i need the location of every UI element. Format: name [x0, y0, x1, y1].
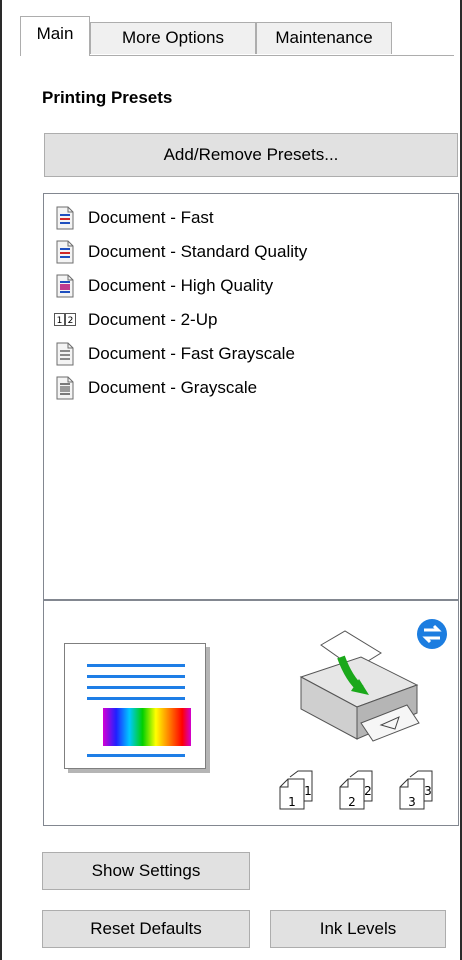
tab-main[interactable]: Main: [20, 16, 90, 56]
document-gray-icon: [54, 342, 76, 366]
preset-item-document-fast[interactable]: Document - Fast: [54, 204, 214, 232]
preset-item-document-high-quality[interactable]: Document - High Quality: [54, 272, 273, 300]
preset-item-document-2-up[interactable]: 1 2 Document - 2-Up: [54, 306, 217, 334]
document-color-icon: [54, 240, 76, 264]
preset-label: Document - Fast: [88, 208, 214, 227]
paper-preview-icon: [64, 643, 206, 769]
tab-bar: Main More Options Maintenance: [20, 16, 456, 60]
preset-item-document-grayscale[interactable]: Document - Grayscale: [54, 374, 257, 402]
section-title-printing-presets: Printing Presets: [42, 88, 173, 107]
svg-text:1: 1: [57, 316, 63, 326]
preset-item-document-fast-grayscale[interactable]: Document - Fast Grayscale: [54, 340, 295, 368]
svg-text:2: 2: [68, 316, 74, 326]
preset-label: Document - High Quality: [88, 276, 274, 295]
copy-number: 1: [288, 795, 296, 809]
copy-number: 1: [304, 784, 312, 798]
print-preview-panel: 1 1 2 2 3 3: [43, 600, 459, 826]
preset-label: Document - Standard Quality: [88, 242, 308, 261]
show-settings-button[interactable]: Show Settings: [42, 852, 250, 890]
copy-number: 2: [348, 795, 356, 809]
copy-number: 2: [364, 784, 372, 798]
printer-icon: [289, 627, 429, 747]
document-photo-icon: [54, 274, 76, 298]
ink-levels-button[interactable]: Ink Levels: [270, 910, 446, 948]
preset-label: Document - 2-Up: [88, 310, 218, 329]
tab-more-options[interactable]: More Options: [90, 22, 256, 54]
two-up-icon: 1 2: [54, 308, 76, 332]
preset-label: Document - Fast Grayscale: [88, 344, 295, 363]
add-remove-presets-button[interactable]: Add/Remove Presets...: [44, 133, 458, 177]
document-gray-photo-icon: [54, 376, 76, 400]
copy-number: 3: [424, 784, 432, 798]
preset-label: Document - Grayscale: [88, 378, 258, 397]
collate-copies-icon: 1 1 2 2 3 3: [276, 769, 448, 815]
document-color-icon: [54, 206, 76, 230]
reset-defaults-button[interactable]: Reset Defaults: [42, 910, 250, 948]
driver-window: Main More Options Maintenance Printing P…: [0, 0, 462, 960]
preset-list[interactable]: Document - Fast Document - Standard Qual…: [43, 193, 459, 600]
preset-item-document-standard-quality[interactable]: Document - Standard Quality: [54, 238, 307, 266]
tab-maintenance[interactable]: Maintenance: [256, 22, 392, 54]
copy-number: 3: [408, 795, 416, 809]
